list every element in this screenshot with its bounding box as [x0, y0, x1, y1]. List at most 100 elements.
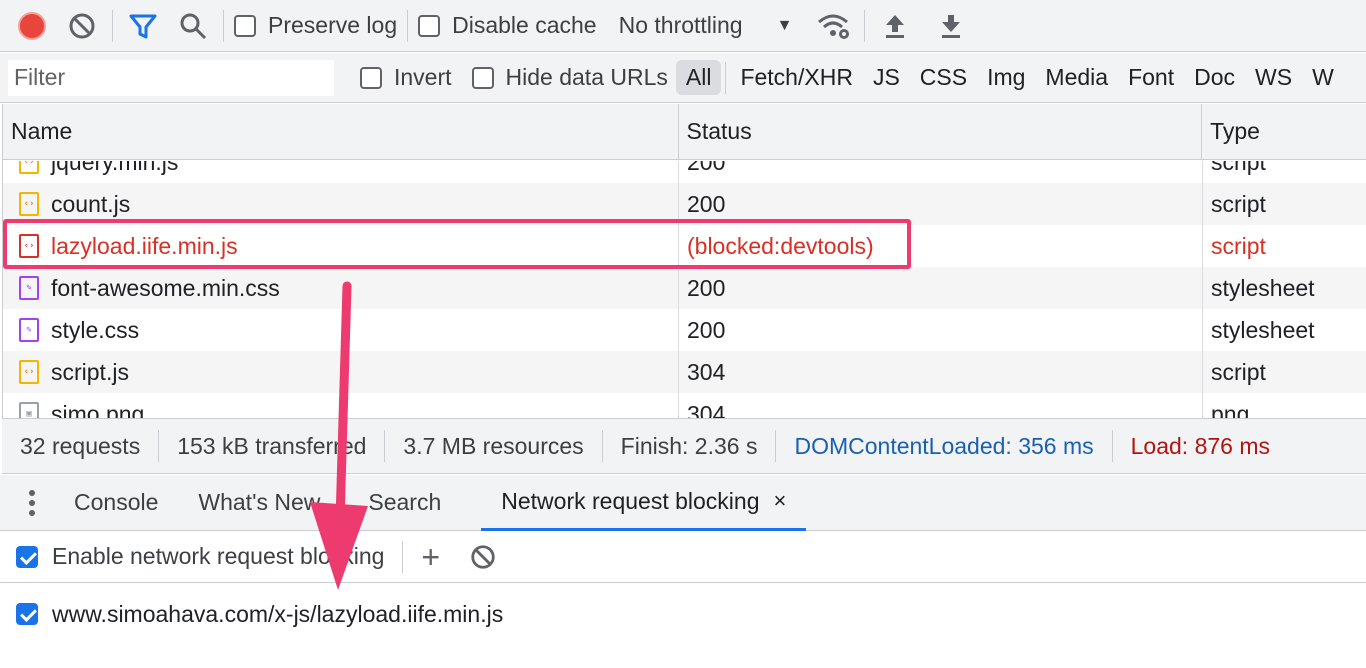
- blocked-patterns-list: www.simoahava.com/x-js/lazyload.iife.min…: [0, 584, 1366, 668]
- network-conditions-icon[interactable]: [814, 6, 854, 46]
- tab-label: Network request blocking: [501, 487, 760, 514]
- search-icon[interactable]: [173, 6, 213, 46]
- request-status: 200: [679, 183, 1203, 225]
- tab-search[interactable]: Search: [348, 475, 461, 531]
- request-status: 304: [679, 393, 1203, 418]
- request-name: font-awesome.min.css: [51, 274, 280, 301]
- checkbox-box[interactable]: [471, 66, 494, 89]
- pattern-url: www.simoahava.com/x-js/lazyload.iife.min…: [52, 600, 504, 627]
- type-filter-fetch-xhr[interactable]: Fetch/XHR: [730, 60, 862, 95]
- stylesheet-file-icon: ✎: [19, 276, 39, 300]
- type-filter-media[interactable]: Media: [1035, 60, 1118, 95]
- checkbox-box[interactable]: [418, 14, 441, 37]
- stylesheet-file-icon: ✎: [19, 318, 39, 342]
- type-filter-wasm[interactable]: W: [1302, 60, 1344, 95]
- request-status: 200: [679, 161, 1203, 183]
- tab-console[interactable]: Console: [64, 475, 178, 531]
- tab-whats-new[interactable]: What's New: [178, 475, 340, 531]
- script-file-icon: ‹›: [19, 360, 39, 384]
- summary-domcontentloaded: DOMContentLoaded: 356 ms: [776, 430, 1113, 462]
- filter-icon[interactable]: [123, 6, 163, 46]
- throttling-value: No throttling: [618, 12, 743, 38]
- table-row-blocked[interactable]: ‹› lazyload.iife.min.js (blocked:devtools…: [3, 225, 1366, 267]
- request-type: script: [1211, 358, 1266, 385]
- request-name: jquery.min.js: [51, 161, 179, 175]
- table-row[interactable]: ‹› jquery.min.js 200 script: [3, 161, 1366, 183]
- image-file-icon: ▣: [19, 402, 39, 418]
- checkbox-box[interactable]: [360, 66, 382, 89]
- chevron-down-icon: ▼: [776, 16, 793, 34]
- request-name: simo.png: [51, 400, 145, 419]
- type-filter-font[interactable]: Font: [1118, 60, 1184, 95]
- disable-cache-label: Disable cache: [452, 12, 597, 38]
- clear-icon[interactable]: [62, 6, 102, 46]
- checkbox-box[interactable]: [234, 14, 256, 37]
- request-type: png: [1211, 400, 1250, 419]
- toolbar-divider: [864, 9, 866, 42]
- script-file-icon: ‹›: [19, 161, 39, 174]
- tab-network-request-blocking[interactable]: Network request blocking ×: [481, 475, 807, 531]
- request-type: script: [1211, 190, 1266, 217]
- request-name: count.js: [51, 190, 131, 217]
- table-row[interactable]: ✎ style.css 200 stylesheet: [3, 309, 1366, 351]
- type-filter-all[interactable]: All: [675, 60, 722, 95]
- type-filter-doc[interactable]: Doc: [1184, 60, 1245, 95]
- summary-bar: 32 requests 153 kB transferred 3.7 MB re…: [2, 418, 1366, 474]
- clear-patterns-icon[interactable]: [468, 537, 498, 577]
- close-icon[interactable]: ×: [773, 488, 786, 514]
- table-row[interactable]: ‹› count.js 200 script: [3, 183, 1366, 225]
- enable-blocking-checkbox[interactable]: Enable network request blocking: [16, 531, 384, 583]
- request-type: script: [1211, 161, 1266, 175]
- table-row[interactable]: ‹› script.js 304 script: [3, 351, 1366, 393]
- toolbar-divider: [223, 9, 224, 42]
- table-row[interactable]: ▣ simo.png 304 png: [3, 393, 1366, 418]
- request-status: 200: [679, 309, 1203, 351]
- table-header: Name Status Type: [3, 104, 1366, 160]
- enable-blocking-label: Enable network request blocking: [52, 543, 385, 569]
- toolbar-divider: [112, 9, 113, 42]
- table-row[interactable]: ✎ font-awesome.min.css 200 stylesheet: [3, 267, 1366, 309]
- request-status: 200: [679, 267, 1203, 309]
- filter-divider: [725, 61, 727, 94]
- request-name: script.js: [51, 358, 129, 385]
- filter-input[interactable]: [8, 59, 334, 96]
- filter-bar: Invert Hide data URLs All Fetch/XHR JS C…: [0, 53, 1366, 103]
- type-filter-js[interactable]: JS: [863, 60, 910, 95]
- summary-resources: 3.7 MB resources: [385, 430, 603, 462]
- request-type: stylesheet: [1211, 274, 1315, 301]
- summary-requests: 32 requests: [2, 430, 160, 462]
- request-name: style.css: [51, 316, 140, 343]
- script-file-icon: ‹›: [19, 234, 39, 258]
- table-body[interactable]: ‹› jquery.min.js 200 script ‹› count.js 20…: [3, 161, 1366, 418]
- pattern-checkbox[interactable]: [16, 603, 38, 625]
- blocking-toolbar: Enable network request blocking +: [0, 531, 1366, 583]
- type-filter-ws[interactable]: WS: [1245, 60, 1302, 95]
- checkbox-box[interactable]: [16, 545, 38, 568]
- column-header-name[interactable]: Name: [3, 104, 679, 160]
- toolbar-divider: [402, 540, 404, 573]
- preserve-log-label: Preserve log: [268, 12, 398, 38]
- blocked-pattern-item[interactable]: www.simoahava.com/x-js/lazyload.iife.min…: [0, 584, 1366, 644]
- import-har-icon[interactable]: [875, 6, 915, 46]
- export-har-icon[interactable]: [931, 6, 971, 46]
- column-header-status[interactable]: Status: [679, 104, 1203, 160]
- request-type: script: [1211, 232, 1266, 259]
- hide-data-urls-label: Hide data URLs: [505, 64, 668, 90]
- type-filter-img[interactable]: Img: [977, 60, 1035, 95]
- toolbar-divider: [407, 9, 409, 42]
- column-header-type[interactable]: Type: [1202, 104, 1366, 160]
- more-vertical-icon[interactable]: [0, 475, 64, 531]
- add-pattern-icon[interactable]: +: [421, 541, 440, 573]
- request-status: 304: [679, 351, 1203, 393]
- type-filter-css[interactable]: CSS: [910, 60, 977, 95]
- invert-checkbox[interactable]: Invert: [360, 53, 452, 102]
- preserve-log-checkbox[interactable]: Preserve log: [234, 0, 397, 52]
- request-name: lazyload.iife.min.js: [51, 232, 238, 259]
- disable-cache-checkbox[interactable]: Disable cache: [418, 0, 597, 52]
- hide-data-urls-checkbox[interactable]: Hide data URLs: [471, 53, 668, 102]
- throttling-select[interactable]: No throttling ▼: [619, 0, 793, 52]
- summary-transferred: 153 kB transferred: [159, 430, 386, 462]
- record-stop-icon[interactable]: [12, 6, 52, 46]
- summary-finish: Finish: 2.36 s: [603, 430, 777, 462]
- request-status: (blocked:devtools): [679, 225, 1203, 267]
